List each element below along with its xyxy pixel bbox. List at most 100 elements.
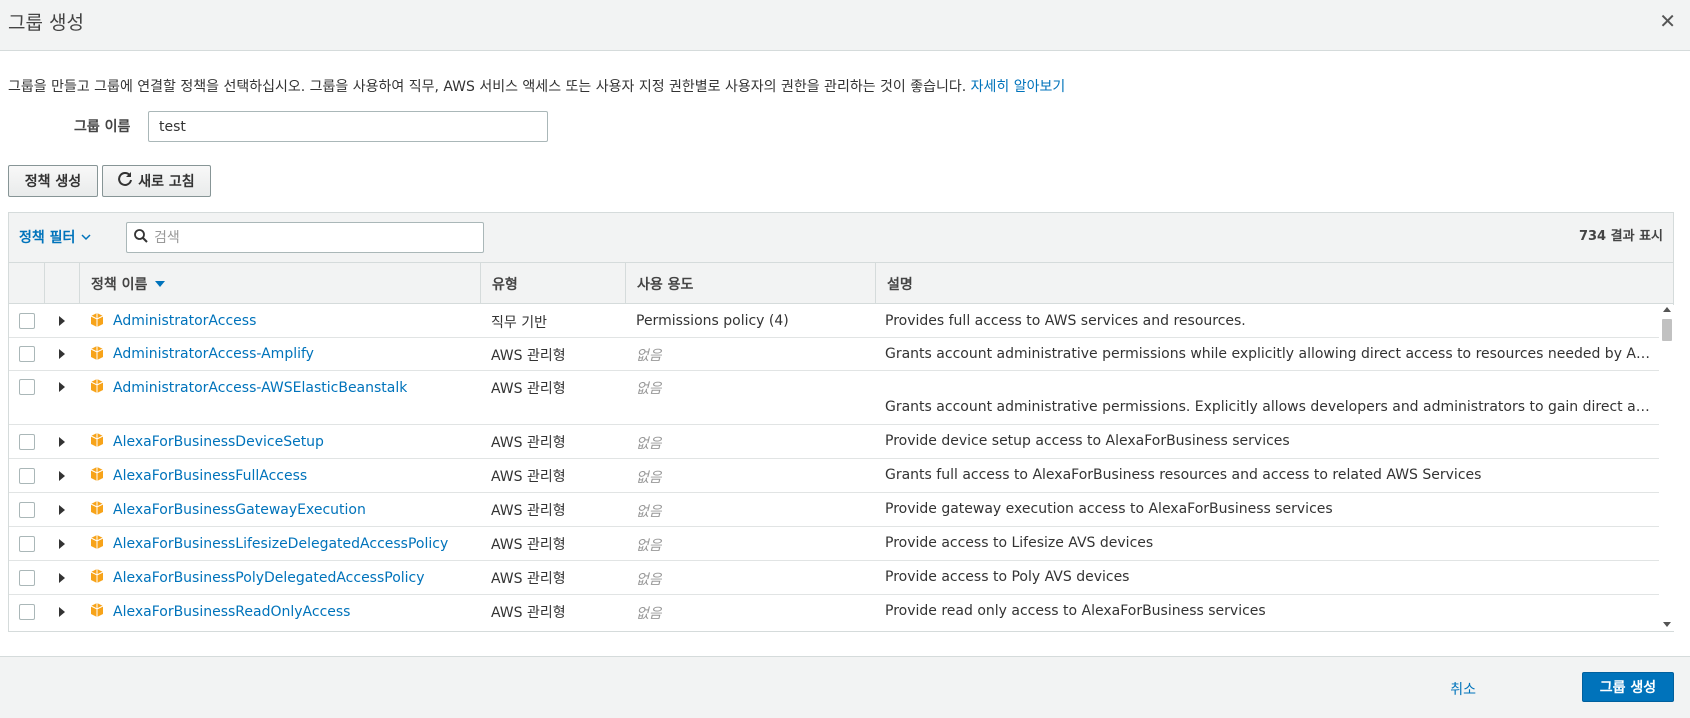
intro-description: 그룹을 만들고 그룹에 연결할 정책을 선택하십시오. 그룹을 사용하여 직무,… (8, 79, 967, 95)
column-header-usage-label: 사용 용도 (637, 276, 694, 293)
scroll-thumb[interactable] (1662, 319, 1672, 341)
policy-type: AWS 관리형 (491, 605, 566, 621)
expand-icon[interactable] (59, 539, 65, 549)
policy-usage: 없음 (636, 381, 662, 397)
policy-icon (89, 534, 105, 550)
policy-icon (89, 500, 105, 516)
column-header-type[interactable]: 유형 (481, 263, 626, 304)
column-header-description[interactable]: 설명 (876, 263, 1673, 304)
modal-footer: 취소 그룹 생성 (0, 656, 1690, 718)
policy-description: Provide access to Poly AVS devices (885, 569, 1130, 585)
modal-title: 그룹 생성 (8, 12, 84, 34)
expand-icon[interactable] (59, 316, 65, 326)
policy-usage: 없음 (636, 572, 662, 588)
policy-usage: Permissions policy (4) (636, 313, 789, 329)
refresh-icon (118, 171, 133, 190)
policy-name-link[interactable]: AlexaForBusinessLifesizeDelegatedAccessP… (113, 536, 448, 552)
policy-icon (89, 345, 105, 361)
search-icon (134, 228, 148, 247)
modal-header: 그룹 생성 ✕ (0, 0, 1690, 51)
column-header-usage[interactable]: 사용 용도 (626, 263, 876, 304)
result-count: 734 결과 표시 (1578, 229, 1663, 244)
table-header: 정책 이름 유형 사용 용도 설명 (9, 263, 1673, 304)
refresh-label: 새로 고침 (138, 174, 195, 190)
table-row: AlexaForBusinessLifesizeDelegatedAccessP… (9, 527, 1659, 561)
policy-name-link[interactable]: AlexaForBusinessFullAccess (113, 468, 307, 484)
table-body: AdministratorAccess 직무 기반 Permissions po… (9, 305, 1659, 631)
row-checkbox[interactable] (19, 434, 35, 450)
policy-type: 직무 기반 (491, 315, 547, 331)
policy-icon (89, 432, 105, 448)
table-row: AdministratorAccess-AWSElasticBeanstalk … (9, 371, 1659, 425)
group-name-input[interactable] (148, 111, 548, 142)
policy-name-link[interactable]: AdministratorAccess-AWSElasticBeanstalk (113, 380, 407, 396)
policy-usage: 없음 (636, 470, 662, 486)
create-group-button[interactable]: 그룹 생성 (1582, 672, 1674, 702)
policy-filter-dropdown[interactable]: 정책 필터 (19, 227, 91, 247)
expand-icon[interactable] (59, 382, 65, 392)
policy-usage: 없음 (636, 606, 662, 622)
policy-type: AWS 관리형 (491, 435, 566, 451)
policy-description: Provide read only access to AlexaForBusi… (885, 603, 1266, 619)
learn-more-link[interactable]: 자세히 알아보기 (971, 79, 1066, 95)
row-checkbox[interactable] (19, 502, 35, 518)
policy-name-link[interactable]: AlexaForBusinessReadOnlyAccess (113, 604, 350, 620)
row-checkbox[interactable] (19, 346, 35, 362)
policy-description: Grants account administrative permission… (885, 399, 1653, 415)
policy-usage: 없음 (636, 538, 662, 554)
policy-name-link[interactable]: AdministratorAccess (113, 313, 256, 329)
refresh-button[interactable]: 새로 고침 (102, 165, 211, 197)
close-icon[interactable]: ✕ (1659, 11, 1676, 31)
table-row: AdministratorAccess-Amplify AWS 관리형 없음 G… (9, 338, 1659, 371)
table-row: AlexaForBusinessGatewayExecution AWS 관리형… (9, 493, 1659, 527)
policy-usage: 없음 (636, 348, 662, 364)
policy-name-link[interactable]: AlexaForBusinessGatewayExecution (113, 502, 366, 518)
row-checkbox[interactable] (19, 468, 35, 484)
expand-icon[interactable] (59, 505, 65, 515)
policy-description: Grants full access to AlexaForBusiness r… (885, 467, 1482, 483)
cancel-button[interactable]: 취소 (1450, 679, 1476, 699)
expand-icon[interactable] (59, 471, 65, 481)
row-checkbox[interactable] (19, 604, 35, 620)
expand-icon[interactable] (59, 573, 65, 583)
chevron-down-icon (81, 229, 91, 245)
table-row: AdministratorAccess 직무 기반 Permissions po… (9, 305, 1659, 338)
group-name-label: 그룹 이름 (74, 119, 131, 135)
search-input[interactable] (154, 229, 474, 246)
row-checkbox[interactable] (19, 570, 35, 586)
policy-description: Provide gateway execution access to Alex… (885, 501, 1333, 517)
search-box (126, 222, 484, 253)
policy-type: AWS 관리형 (491, 503, 566, 519)
scroll-down-icon[interactable] (1663, 622, 1671, 627)
row-checkbox[interactable] (19, 536, 35, 552)
row-checkbox[interactable] (19, 313, 35, 329)
table-scrollbar[interactable] (1659, 305, 1675, 631)
create-policy-label: 정책 생성 (24, 174, 82, 190)
policy-name-link[interactable]: AdministratorAccess-Amplify (113, 346, 314, 362)
column-header-name[interactable]: 정책 이름 (80, 263, 481, 304)
policy-type: AWS 관리형 (491, 348, 566, 364)
policy-icon (89, 602, 105, 618)
policy-filter-label: 정책 필터 (19, 230, 76, 246)
policy-icon (89, 312, 105, 328)
policy-name-link[interactable]: AlexaForBusinessPolyDelegatedAccessPolic… (113, 570, 425, 586)
scroll-up-icon[interactable] (1663, 307, 1671, 312)
expand-icon[interactable] (59, 437, 65, 447)
policy-type: AWS 관리형 (491, 381, 566, 397)
expand-icon[interactable] (59, 349, 65, 359)
policy-type: AWS 관리형 (491, 571, 566, 587)
intro-text: 그룹을 만들고 그룹에 연결할 정책을 선택하십시오. 그룹을 사용하여 직무,… (8, 76, 1065, 96)
policy-usage: 없음 (636, 436, 662, 452)
header-check-cell (9, 263, 45, 304)
policy-table-panel: 정책 필터 734 결과 표시 정책 이름 유형 사용 용도 설명 (8, 212, 1675, 632)
expand-icon[interactable] (59, 607, 65, 617)
policy-type: AWS 관리형 (491, 469, 566, 485)
policy-description: Provides full access to AWS services and… (885, 313, 1246, 329)
row-checkbox[interactable] (19, 379, 35, 395)
column-header-name-label: 정책 이름 (91, 276, 148, 293)
header-expand-cell (45, 263, 80, 304)
sort-descending-icon (155, 280, 166, 287)
policy-name-link[interactable]: AlexaForBusinessDeviceSetup (113, 434, 324, 450)
policy-icon (89, 378, 105, 394)
create-policy-button[interactable]: 정책 생성 (8, 165, 98, 197)
